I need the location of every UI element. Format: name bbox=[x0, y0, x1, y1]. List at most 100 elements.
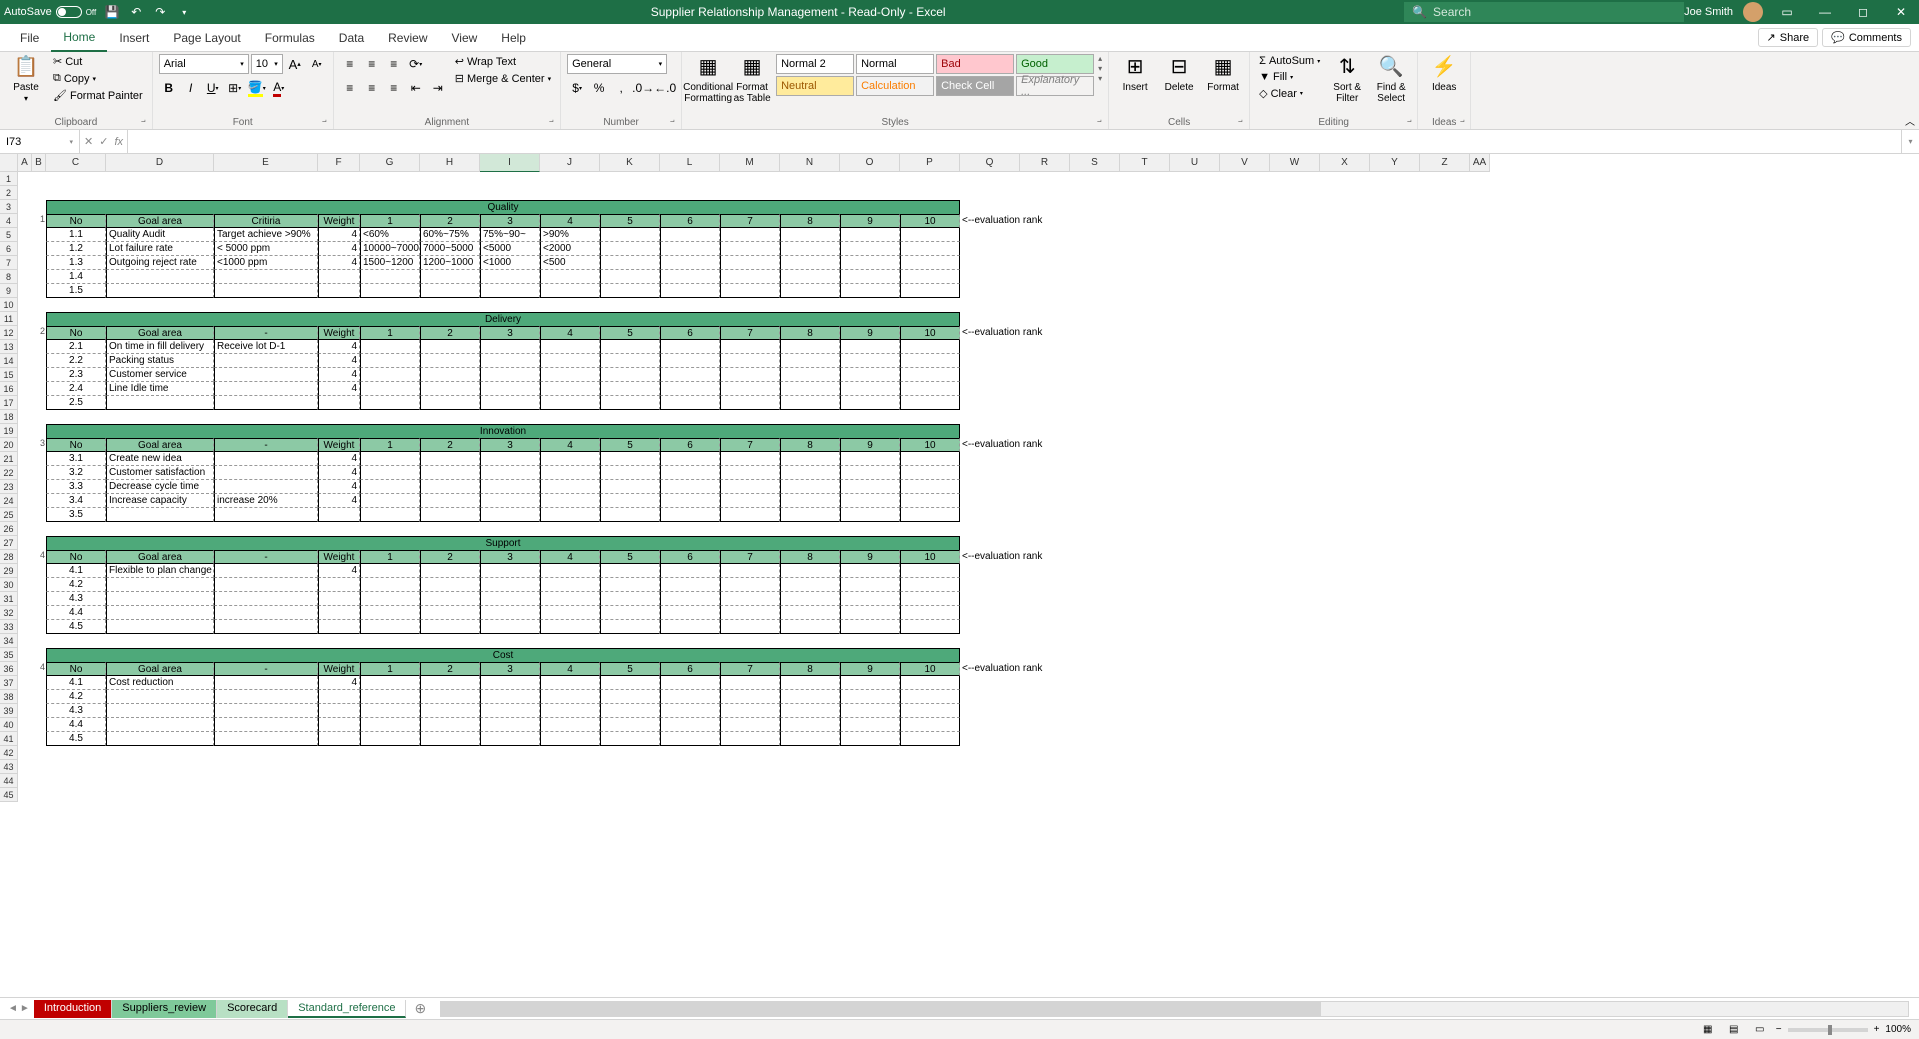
column-header[interactable]: Q bbox=[960, 154, 1020, 172]
cell[interactable] bbox=[600, 494, 660, 508]
cell[interactable] bbox=[480, 270, 540, 284]
cell[interactable] bbox=[214, 592, 318, 606]
cell[interactable] bbox=[900, 592, 960, 606]
cell[interactable] bbox=[720, 718, 780, 732]
cell[interactable] bbox=[840, 480, 900, 494]
cell[interactable] bbox=[780, 732, 840, 746]
cell[interactable]: 4 bbox=[540, 662, 600, 676]
cell[interactable] bbox=[660, 396, 720, 410]
close-icon[interactable]: ✕ bbox=[1887, 0, 1915, 24]
cell[interactable] bbox=[360, 592, 420, 606]
cell[interactable] bbox=[600, 718, 660, 732]
cell[interactable] bbox=[480, 354, 540, 368]
cell[interactable]: 3 bbox=[480, 550, 540, 564]
cell[interactable] bbox=[840, 494, 900, 508]
cell[interactable] bbox=[660, 354, 720, 368]
cell[interactable] bbox=[480, 704, 540, 718]
cell[interactable] bbox=[106, 718, 214, 732]
cell[interactable] bbox=[900, 690, 960, 704]
cell[interactable] bbox=[600, 452, 660, 466]
cell[interactable]: 6 bbox=[660, 326, 720, 340]
row-header[interactable]: 7 bbox=[0, 256, 18, 270]
ribbon-tab-file[interactable]: File bbox=[8, 24, 51, 52]
style-good[interactable]: Good bbox=[1016, 54, 1094, 74]
cell[interactable] bbox=[360, 368, 420, 382]
cell[interactable] bbox=[900, 368, 960, 382]
cell[interactable] bbox=[480, 284, 540, 298]
cell[interactable]: <500 bbox=[540, 256, 600, 270]
cell[interactable]: Increase capacity bbox=[106, 494, 214, 508]
scrollbar-thumb[interactable] bbox=[441, 1002, 1321, 1016]
column-header[interactable]: W bbox=[1270, 154, 1320, 172]
cell[interactable] bbox=[214, 606, 318, 620]
select-all-corner[interactable] bbox=[0, 154, 18, 172]
cell[interactable] bbox=[360, 578, 420, 592]
cell[interactable]: <2000 bbox=[540, 242, 600, 256]
cell[interactable] bbox=[780, 508, 840, 522]
cell[interactable]: 9 bbox=[840, 662, 900, 676]
cell[interactable] bbox=[420, 704, 480, 718]
cell[interactable] bbox=[480, 592, 540, 606]
cell[interactable]: 4.4 bbox=[46, 606, 106, 620]
cell[interactable]: 1 bbox=[360, 662, 420, 676]
cell[interactable]: Weight bbox=[318, 662, 360, 676]
cell[interactable]: Goal area bbox=[106, 662, 214, 676]
gallery-up-icon[interactable]: ▴ bbox=[1098, 54, 1102, 63]
cell[interactable] bbox=[214, 368, 318, 382]
ribbon-mode-icon[interactable]: ▭ bbox=[1773, 0, 1801, 24]
zoom-in-button[interactable]: + bbox=[1874, 1024, 1880, 1035]
cell[interactable]: 1 bbox=[360, 550, 420, 564]
cell[interactable]: 6 bbox=[660, 214, 720, 228]
style-bad[interactable]: Bad bbox=[936, 54, 1014, 74]
cell[interactable]: 4 bbox=[540, 438, 600, 452]
cell[interactable] bbox=[780, 718, 840, 732]
row-header[interactable]: 23 bbox=[0, 480, 18, 494]
cell[interactable]: Decrease cycle time bbox=[106, 480, 214, 494]
cell[interactable]: 4.1 bbox=[46, 676, 106, 690]
column-header[interactable]: F bbox=[318, 154, 360, 172]
cell[interactable] bbox=[720, 690, 780, 704]
cell[interactable] bbox=[900, 578, 960, 592]
cell[interactable]: 7 bbox=[720, 214, 780, 228]
cell[interactable] bbox=[660, 228, 720, 242]
row-header[interactable]: 34 bbox=[0, 634, 18, 648]
cell[interactable]: Weight bbox=[318, 214, 360, 228]
cell[interactable] bbox=[360, 718, 420, 732]
cell[interactable]: < 5000 ppm bbox=[214, 242, 318, 256]
cell[interactable]: 4 bbox=[318, 466, 360, 480]
ribbon-tab-home[interactable]: Home bbox=[51, 24, 107, 52]
cell[interactable] bbox=[900, 382, 960, 396]
cell[interactable] bbox=[600, 242, 660, 256]
cell[interactable] bbox=[318, 396, 360, 410]
cell[interactable] bbox=[840, 676, 900, 690]
cell[interactable] bbox=[840, 452, 900, 466]
outline-toggle[interactable]: 2 bbox=[32, 326, 46, 340]
cell[interactable] bbox=[480, 578, 540, 592]
cell[interactable] bbox=[214, 732, 318, 746]
cell[interactable]: <1000 bbox=[480, 256, 540, 270]
cell[interactable]: 2 bbox=[420, 326, 480, 340]
cell[interactable] bbox=[420, 452, 480, 466]
fx-icon[interactable]: fx bbox=[114, 136, 123, 148]
cell[interactable] bbox=[214, 452, 318, 466]
cell[interactable]: No bbox=[46, 550, 106, 564]
cell[interactable] bbox=[540, 564, 600, 578]
cell[interactable] bbox=[360, 564, 420, 578]
cell[interactable] bbox=[480, 382, 540, 396]
cell[interactable] bbox=[900, 242, 960, 256]
find-select-button[interactable]: 🔍Find & Select bbox=[1371, 54, 1411, 104]
cell[interactable] bbox=[540, 270, 600, 284]
cell[interactable] bbox=[840, 564, 900, 578]
cell[interactable] bbox=[840, 382, 900, 396]
cell[interactable] bbox=[840, 354, 900, 368]
column-header[interactable]: AA bbox=[1470, 154, 1490, 172]
cell[interactable] bbox=[720, 340, 780, 354]
cell[interactable] bbox=[360, 606, 420, 620]
cell[interactable]: 3.5 bbox=[46, 508, 106, 522]
cell[interactable] bbox=[720, 578, 780, 592]
cell[interactable] bbox=[420, 340, 480, 354]
cell[interactable] bbox=[900, 396, 960, 410]
row-header[interactable]: 13 bbox=[0, 340, 18, 354]
cell[interactable] bbox=[106, 508, 214, 522]
cell[interactable]: <--evaluation rank bbox=[960, 326, 1070, 340]
